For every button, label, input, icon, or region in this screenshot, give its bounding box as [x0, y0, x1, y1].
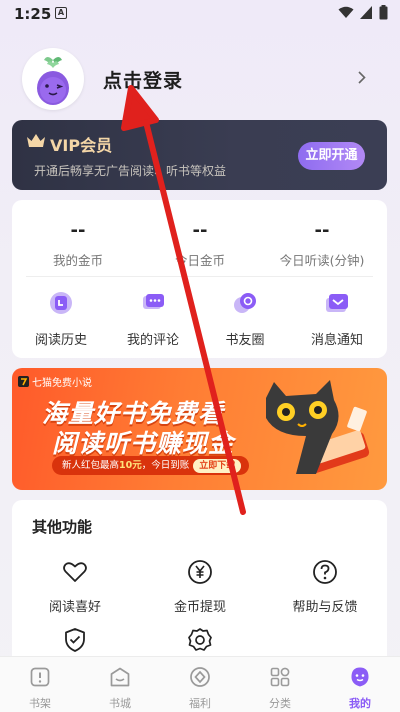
tab-bookstore[interactable]: 书城 [90, 665, 150, 711]
quick-my-comments[interactable]: 我的评论 [108, 290, 198, 348]
banner-download-button[interactable]: 立即下载 [193, 458, 242, 473]
function-label: 阅读喜好 [48, 600, 101, 615]
quick-reading-history[interactable]: 阅读历史 [16, 290, 106, 348]
status-bar: 1:25 A [0, 0, 400, 28]
settings-icon [188, 628, 212, 651]
heart-icon [63, 562, 87, 582]
stats-card: -- 我的金币 -- 今日金币 -- 今日听读(分钟) 阅读历史 我的评论 书友… [12, 200, 387, 358]
banner-promo-bar: 新人红包最高 10元 ，今日到账 立即下载 [52, 456, 250, 475]
mine-icon [351, 667, 369, 687]
promo-banner[interactable]: 七猫免费小说 海量好书免费看 阅读听书赚现金 新人红包最高 10元 ，今日到账 立即… [12, 368, 387, 490]
stat-value: -- [70, 220, 86, 241]
tab-label: 分类 [269, 697, 291, 710]
tab-label: 福利 [189, 697, 211, 710]
clock-icon [50, 292, 72, 314]
message-icon [326, 294, 348, 312]
tab-label: 我的 [349, 697, 371, 710]
promo-prefix: 新人红包最高 [62, 460, 120, 471]
banner-brand-text: 七猫免费小说 [32, 378, 92, 389]
vip-subtitle: 开通后畅享无广告阅读、听书等权益 [34, 164, 227, 178]
bookshelf-icon [30, 667, 50, 687]
eggplant-avatar-icon [37, 57, 69, 105]
stat-today-listening[interactable]: -- 今日听读(分钟) [262, 222, 382, 269]
circle-icon [234, 293, 256, 313]
stat-label: 我的金币 [52, 253, 103, 268]
chevron-right-icon[interactable] [358, 71, 366, 84]
cat-mascot-icon [266, 380, 370, 474]
help-feedback-item[interactable]: 帮助与反馈 [270, 558, 380, 615]
open-vip-button[interactable]: 立即开通 [298, 142, 365, 170]
divider [26, 276, 373, 277]
stat-label: 今日金币 [174, 253, 225, 268]
welfare-icon [190, 667, 210, 687]
quick-label: 阅读历史 [34, 333, 87, 348]
quick-book-circle[interactable]: 书友圈 [200, 290, 290, 348]
tab-welfare[interactable]: 福利 [170, 665, 230, 711]
bottom-nav: 书架 书城 福利 分类 我的 [0, 656, 400, 712]
notification-icon: A [55, 7, 67, 19]
coin-withdraw-item[interactable]: 金币提现 [145, 558, 255, 615]
stat-value: -- [192, 220, 208, 241]
tab-category[interactable]: 分类 [250, 665, 310, 711]
vip-card[interactable]: VIP会员 开通后畅享无广告阅读、听书等权益 立即开通 [12, 120, 387, 190]
reading-preference-item[interactable]: 阅读喜好 [20, 558, 130, 615]
tab-bookshelf[interactable]: 书架 [10, 665, 70, 711]
stat-today-coins[interactable]: -- 今日金币 [140, 222, 260, 269]
promo-amount: 10元 [119, 460, 142, 471]
other-functions-card: 其他功能 阅读喜好 金币提现 帮助与反馈 [12, 500, 387, 670]
function-label: 帮助与反馈 [292, 600, 358, 615]
tab-label: 书城 [109, 697, 131, 710]
promo-suffix: ，今日到账 [141, 460, 190, 471]
quick-label: 消息通知 [310, 333, 363, 348]
comment-icon [143, 294, 164, 309]
stat-label: 今日听读(分钟) [279, 253, 365, 268]
status-time: 1:25 [14, 5, 52, 23]
banner-headline-2: 阅读听书赚现金 [52, 429, 235, 458]
shield-check-icon [65, 628, 85, 652]
quick-label: 书友圈 [225, 333, 265, 348]
tab-mine[interactable]: 我的 [330, 665, 390, 711]
vip-title: VIP会员 [50, 136, 113, 155]
function-label: 金币提现 [173, 600, 226, 615]
login-prompt[interactable]: 点击登录 [103, 66, 183, 93]
battery-icon [379, 5, 388, 20]
tab-label: 书架 [29, 697, 51, 710]
crown-icon [27, 134, 45, 147]
avatar[interactable] [22, 48, 84, 110]
quick-notifications[interactable]: 消息通知 [292, 290, 382, 348]
app-logo-icon [18, 376, 29, 387]
signal-icon [360, 6, 372, 19]
status-icons [338, 5, 388, 20]
bookstore-icon [110, 667, 130, 687]
help-icon [313, 560, 337, 584]
category-icon [270, 667, 290, 687]
wifi-icon [338, 6, 354, 18]
section-title: 其他功能 [32, 518, 93, 536]
banner-brand: 七猫免费小说 [18, 374, 92, 389]
yen-icon [188, 560, 212, 584]
stat-value: -- [314, 220, 330, 241]
stat-my-coins[interactable]: -- 我的金币 [18, 222, 138, 269]
quick-label: 我的评论 [126, 333, 179, 348]
